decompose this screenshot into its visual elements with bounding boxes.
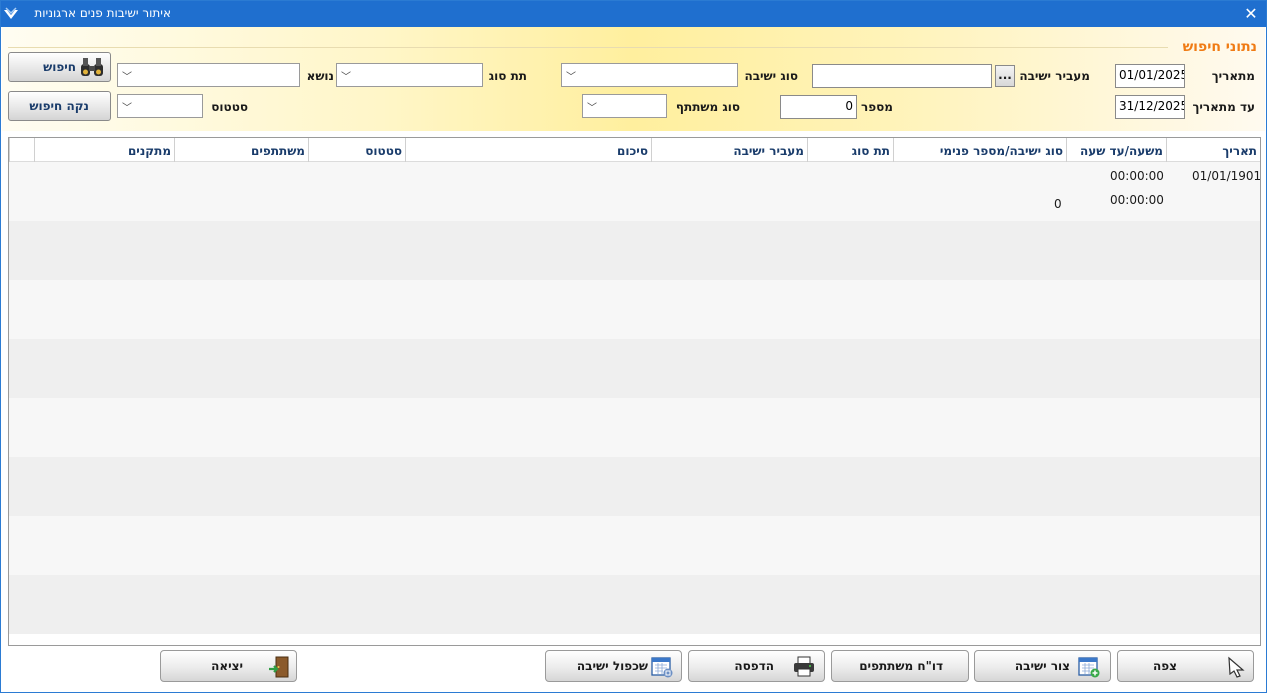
panel-title: נתוני חיפוש xyxy=(1182,39,1257,55)
view-button-label: צפה xyxy=(1153,659,1177,673)
meeting-host-label: מעביר ישיבה xyxy=(1019,69,1090,83)
number-label: מספר xyxy=(861,100,893,114)
col-header-facilities[interactable]: מתקנים xyxy=(34,138,174,162)
chevron-down-icon: ﹀ xyxy=(122,103,132,114)
clear-search-button[interactable]: נקה חיפוש xyxy=(8,91,111,121)
subtype-label: תת סוג xyxy=(488,69,527,83)
view-button[interactable]: צפה xyxy=(1117,650,1254,682)
participants-report-button[interactable]: דו"ח משתתפים xyxy=(831,650,969,682)
chevron-down-icon: ﹀ xyxy=(122,72,132,83)
calendar-add-icon xyxy=(1078,657,1100,678)
col-header-corner xyxy=(9,138,34,162)
number-field[interactable]: 0 xyxy=(780,95,857,119)
cell-to-time: 00:00:00 xyxy=(1110,193,1164,207)
browse-host-button[interactable]: ... xyxy=(995,65,1015,87)
grid-band xyxy=(9,339,1260,398)
subject-label: נושא xyxy=(306,69,334,83)
grid-band xyxy=(9,280,1260,339)
from-date-label: מתאריך xyxy=(1211,69,1255,83)
from-date-field[interactable]: 01/01/2025 xyxy=(1115,64,1185,88)
cell-from-time: 00:00:00 xyxy=(1110,169,1164,183)
grid-band xyxy=(9,575,1260,634)
to-date-label: עד מתאריך xyxy=(1192,100,1255,114)
results-grid[interactable]: תאריך משעה/עד שעה סוג ישיבה/מספר פנימי ת… xyxy=(8,137,1261,646)
grid-band xyxy=(9,398,1260,457)
col-header-host[interactable]: מעביר ישיבה xyxy=(651,138,807,162)
close-icon[interactable]: ✕ xyxy=(1241,4,1261,24)
status-label: סטטוס xyxy=(211,100,248,114)
clear-search-label: נקה חיפוש xyxy=(29,99,89,113)
col-header-date[interactable]: תאריך xyxy=(1166,138,1260,162)
cell-internal-number: 0 xyxy=(1054,197,1062,211)
attach-meeting-button[interactable]: צור ישיבה xyxy=(974,650,1111,682)
chevron-down-icon: ﹀ xyxy=(341,72,351,83)
col-header-participants[interactable]: משתתפים xyxy=(174,138,308,162)
calendar-copy-icon xyxy=(651,657,673,678)
printer-icon xyxy=(794,656,814,677)
print-button[interactable]: הדפסה xyxy=(688,650,825,682)
participants-report-label: דו"ח משתתפים xyxy=(859,659,943,673)
attach-meeting-label: צור ישיבה xyxy=(1014,659,1070,673)
duplicate-meeting-label: שכפול ישיבה xyxy=(576,659,648,673)
subject-select[interactable]: ﹀ xyxy=(117,63,300,87)
grid-band xyxy=(9,162,1260,221)
to-date-field[interactable]: 31/12/2025 xyxy=(1115,95,1185,119)
status-select[interactable]: ﹀ xyxy=(117,94,203,118)
print-button-label: הדפסה xyxy=(734,659,774,673)
col-header-summary[interactable]: סיכום xyxy=(405,138,651,162)
col-header-meeting-type[interactable]: סוג ישיבה/מספר פנימי xyxy=(893,138,1066,162)
meeting-type-label: סוג ישיבה xyxy=(744,69,798,83)
binoculars-icon xyxy=(81,58,103,76)
chevron-down-icon: ﹀ xyxy=(587,103,597,114)
col-header-time[interactable]: משעה/עד שעה xyxy=(1066,138,1166,162)
chevron-down-icon: ﹀ xyxy=(566,72,576,83)
exit-button[interactable]: יציאה xyxy=(160,650,297,682)
search-panel: נתוני חיפוש מתאריך 01/01/2025 מעביר ישיב… xyxy=(2,27,1265,131)
grid-band xyxy=(9,457,1260,516)
exit-door-icon xyxy=(269,656,289,678)
subtype-select[interactable]: ﹀ xyxy=(336,63,483,87)
participant-type-label: סוג משתתף xyxy=(675,100,740,114)
cell-date: 01/01/1901 xyxy=(1192,169,1261,183)
grid-header: תאריך משעה/עד שעה סוג ישיבה/מספר פנימי ת… xyxy=(9,138,1260,162)
cursor-icon xyxy=(1228,656,1245,678)
grid-band xyxy=(9,221,1260,280)
app-window: איתור ישיבות פנים ארגוניות ✕ נתוני חיפוש… xyxy=(0,0,1267,693)
window-title: איתור ישיבות פנים ארגוניות xyxy=(34,6,171,20)
participant-type-select[interactable]: ﹀ xyxy=(582,94,667,118)
search-button-label: חיפוש xyxy=(43,60,76,74)
exit-button-label: יציאה xyxy=(211,659,243,673)
meeting-host-field[interactable] xyxy=(812,64,992,88)
title-bar: איתור ישיבות פנים ארגוניות ✕ xyxy=(1,1,1266,27)
grid-band xyxy=(9,516,1260,575)
col-header-status[interactable]: סטטוס xyxy=(308,138,405,162)
panel-divider xyxy=(8,47,1168,48)
duplicate-meeting-button[interactable]: שכפול ישיבה xyxy=(545,650,682,682)
app-logo-icon xyxy=(4,7,18,19)
meeting-type-select[interactable]: ﹀ xyxy=(561,63,738,87)
search-button[interactable]: חיפוש xyxy=(8,52,111,82)
col-header-subtype[interactable]: תת סוג xyxy=(807,138,893,162)
